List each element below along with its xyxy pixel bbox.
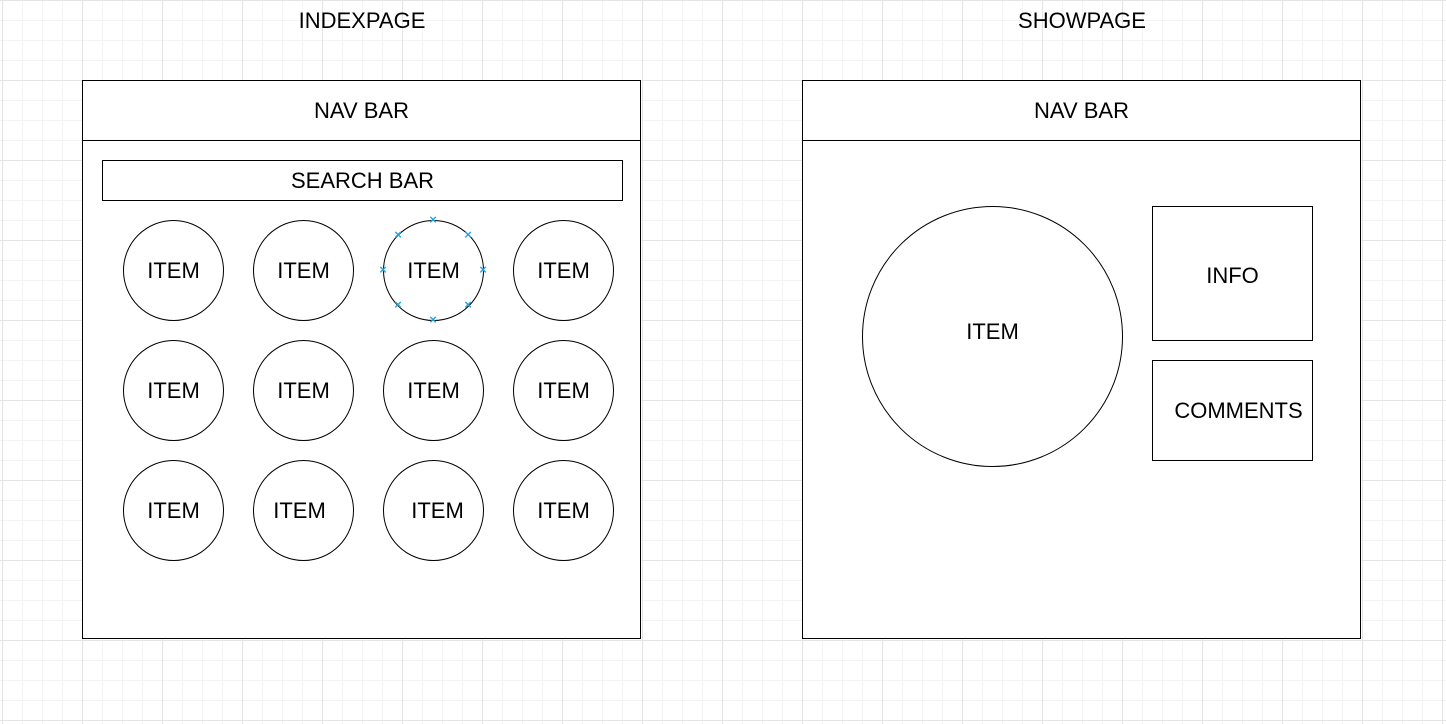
item-circle-6[interactable]: ITEM: [253, 340, 354, 441]
selection-handle-icon[interactable]: ×: [478, 263, 488, 276]
showpage-title: SHOWPAGE: [1018, 8, 1146, 33]
selection-handle-icon[interactable]: ×: [463, 228, 473, 241]
item-circle-8[interactable]: ITEM: [513, 340, 614, 441]
info-box[interactable]: INFO: [1152, 206, 1313, 341]
selection-handle-icon[interactable]: ×: [378, 263, 388, 276]
selection-handle-icon[interactable]: ×: [428, 313, 438, 326]
indexpage-frame[interactable]: NAV BAR SEARCH BAR ITEM ITEM ITEM ITEM I…: [82, 80, 641, 639]
item-circle-4[interactable]: ITEM: [513, 220, 614, 321]
selection-handle-icon[interactable]: ×: [428, 213, 438, 226]
item-circle-1[interactable]: ITEM: [123, 220, 224, 321]
showpage-nav-bar[interactable]: NAV BAR: [803, 81, 1360, 141]
item-circle-7[interactable]: ITEM: [383, 340, 484, 441]
item-circle-11[interactable]: ITEM: [383, 460, 484, 561]
item-circle-9[interactable]: ITEM: [123, 460, 224, 561]
item-circle-2[interactable]: ITEM: [253, 220, 354, 321]
indexpage-title: INDEXPAGE: [298, 8, 426, 33]
selection-handle-icon[interactable]: ×: [393, 228, 403, 241]
indexpage-nav-bar[interactable]: NAV BAR: [83, 81, 640, 141]
item-circle-10[interactable]: ITEM: [253, 460, 354, 561]
selection-handle-icon[interactable]: ×: [393, 298, 403, 311]
item-circle-12[interactable]: ITEM: [513, 460, 614, 561]
showpage-item-circle[interactable]: ITEM: [862, 206, 1123, 467]
comments-box[interactable]: COMMENTS: [1152, 360, 1313, 461]
showpage-frame[interactable]: NAV BAR ITEM INFO COMMENTS: [802, 80, 1361, 639]
item-circle-3-label: ITEM: [407, 257, 460, 283]
item-circle-5[interactable]: ITEM: [123, 340, 224, 441]
selection-handle-icon[interactable]: ×: [463, 298, 473, 311]
indexpage-search-bar[interactable]: SEARCH BAR: [102, 160, 623, 201]
